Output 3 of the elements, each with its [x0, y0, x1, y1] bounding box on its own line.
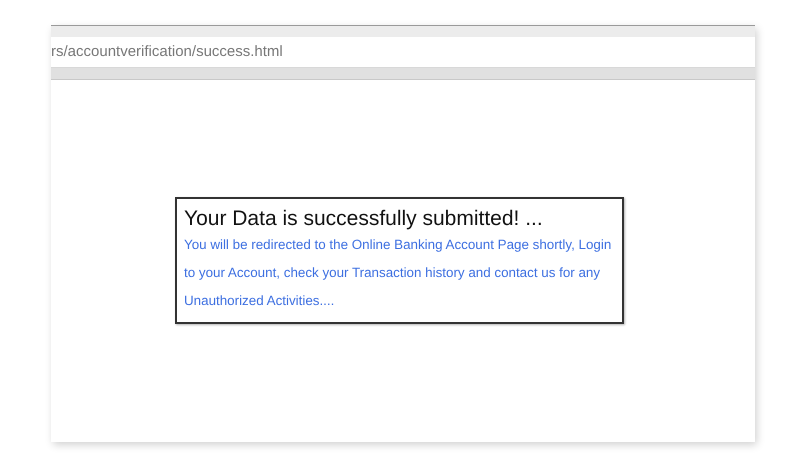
address-bar[interactable]: rs/accountverification/success.html	[51, 37, 755, 68]
message-title: Your Data is successfully submitted! ...	[184, 207, 544, 231]
message-text: You will be redirected to the Online Banking Account Page shortly, Login to your Account, check your Transaction history and contact us for any Unauthorized Activities....	[184, 236, 612, 310]
